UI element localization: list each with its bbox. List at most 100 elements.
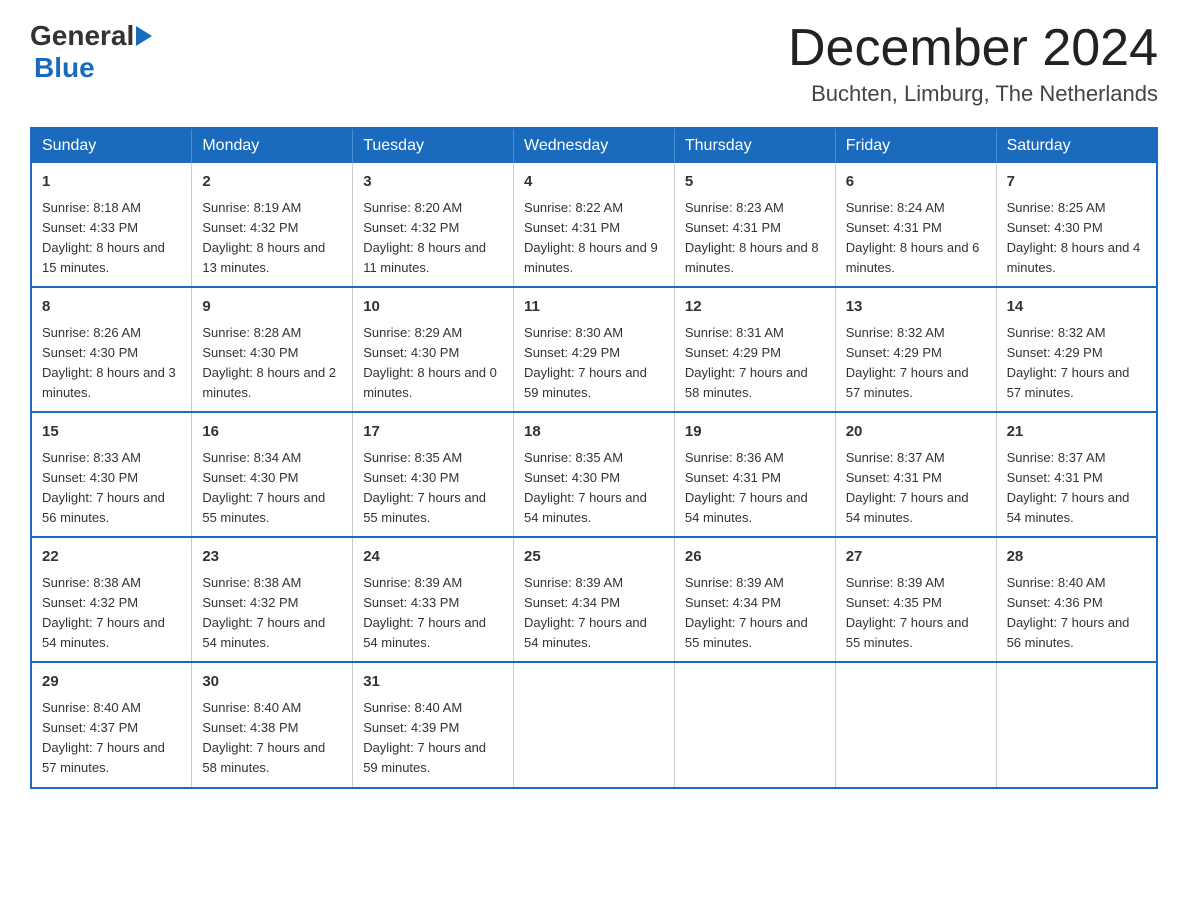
calendar-week-1: 1Sunrise: 8:18 AMSunset: 4:33 PMDaylight… [31,163,1157,287]
day-info: Sunrise: 8:38 AMSunset: 4:32 PMDaylight:… [42,575,165,650]
day-number: 19 [685,421,825,444]
day-info: Sunrise: 8:32 AMSunset: 4:29 PMDaylight:… [1007,325,1130,400]
day-info: Sunrise: 8:24 AMSunset: 4:31 PMDaylight:… [846,200,980,275]
day-info: Sunrise: 8:40 AMSunset: 4:37 PMDaylight:… [42,700,165,775]
day-number: 28 [1007,546,1146,569]
day-info: Sunrise: 8:19 AMSunset: 4:32 PMDaylight:… [202,200,325,275]
calendar-cell: 11 Sunrise: 8:30 AMSunset: 4:29 PMDayligh… [514,287,675,412]
day-info: Sunrise: 8:34 AMSunset: 4:30 PMDaylight:… [202,450,325,525]
day-info: Sunrise: 8:23 AMSunset: 4:31 PMDaylight:… [685,200,819,275]
calendar-week-5: 29 Sunrise: 8:40 AMSunset: 4:37 PMDayligh… [31,662,1157,787]
day-info: Sunrise: 8:40 AMSunset: 4:39 PMDaylight:… [363,700,486,775]
calendar-cell: 18 Sunrise: 8:35 AMSunset: 4:30 PMDayligh… [514,412,675,537]
calendar-cell: 1Sunrise: 8:18 AMSunset: 4:33 PMDaylight… [31,163,192,287]
day-number: 17 [363,421,503,444]
day-number: 14 [1007,296,1146,319]
day-number: 25 [524,546,664,569]
calendar-cell: 26Sunrise: 8:39 AMSunset: 4:34 PMDayligh… [674,537,835,662]
day-number: 16 [202,421,342,444]
calendar-cell [835,662,996,787]
calendar-cell: 17 Sunrise: 8:35 AMSunset: 4:30 PMDayligh… [353,412,514,537]
day-info: Sunrise: 8:29 AMSunset: 4:30 PMDaylight:… [363,325,497,400]
calendar-cell [514,662,675,787]
day-number: 8 [42,296,181,319]
calendar-cell: 4Sunrise: 8:22 AMSunset: 4:31 PMDaylight… [514,163,675,287]
day-number: 27 [846,546,986,569]
calendar-week-4: 22 Sunrise: 8:38 AMSunset: 4:32 PMDayligh… [31,537,1157,662]
calendar-cell: 12 Sunrise: 8:31 AMSunset: 4:29 PMDayligh… [674,287,835,412]
day-info: Sunrise: 8:35 AMSunset: 4:30 PMDaylight:… [363,450,486,525]
day-info: Sunrise: 8:38 AMSunset: 4:32 PMDaylight:… [202,575,325,650]
calendar-cell [996,662,1157,787]
calendar-cell: 28 Sunrise: 8:40 AMSunset: 4:36 PMDayligh… [996,537,1157,662]
day-info: Sunrise: 8:36 AMSunset: 4:31 PMDaylight:… [685,450,808,525]
calendar-cell: 5 Sunrise: 8:23 AMSunset: 4:31 PMDaylight… [674,163,835,287]
calendar-cell: 2 Sunrise: 8:19 AMSunset: 4:32 PMDaylight… [192,163,353,287]
calendar-header-tuesday: Tuesday [353,128,514,163]
logo-arrow-icon [136,22,156,50]
day-number: 30 [202,671,342,694]
calendar-cell: 19 Sunrise: 8:36 AMSunset: 4:31 PMDayligh… [674,412,835,537]
day-number: 26 [685,546,825,569]
calendar-week-2: 8 Sunrise: 8:26 AMSunset: 4:30 PMDaylight… [31,287,1157,412]
calendar-cell: 20Sunrise: 8:37 AMSunset: 4:31 PMDayligh… [835,412,996,537]
day-number: 10 [363,296,503,319]
day-number: 29 [42,671,181,694]
day-info: Sunrise: 8:18 AMSunset: 4:33 PMDaylight:… [42,200,165,275]
calendar-header-monday: Monday [192,128,353,163]
calendar-header-friday: Friday [835,128,996,163]
day-number: 13 [846,296,986,319]
day-info: Sunrise: 8:20 AMSunset: 4:32 PMDaylight:… [363,200,486,275]
calendar-cell: 3 Sunrise: 8:20 AMSunset: 4:32 PMDaylight… [353,163,514,287]
day-info: Sunrise: 8:39 AMSunset: 4:33 PMDaylight:… [363,575,486,650]
calendar-cell: 9 Sunrise: 8:28 AMSunset: 4:30 PMDaylight… [192,287,353,412]
day-number: 22 [42,546,181,569]
calendar-cell: 14 Sunrise: 8:32 AMSunset: 4:29 PMDayligh… [996,287,1157,412]
day-info: Sunrise: 8:28 AMSunset: 4:30 PMDaylight:… [202,325,336,400]
day-info: Sunrise: 8:40 AMSunset: 4:38 PMDaylight:… [202,700,325,775]
page-header: General Blue December 2024 Buchten, Limb… [30,20,1158,107]
day-number: 9 [202,296,342,319]
logo-general-text: General [30,20,134,52]
calendar-header-row: SundayMondayTuesdayWednesdayThursdayFrid… [31,128,1157,163]
day-info: Sunrise: 8:30 AMSunset: 4:29 PMDaylight:… [524,325,647,400]
day-number: 20 [846,421,986,444]
day-info: Sunrise: 8:33 AMSunset: 4:30 PMDaylight:… [42,450,165,525]
calendar-cell: 23 Sunrise: 8:38 AMSunset: 4:32 PMDayligh… [192,537,353,662]
day-info: Sunrise: 8:22 AMSunset: 4:31 PMDaylight:… [524,200,658,275]
calendar-cell: 10 Sunrise: 8:29 AMSunset: 4:30 PMDayligh… [353,287,514,412]
calendar-cell: 24 Sunrise: 8:39 AMSunset: 4:33 PMDayligh… [353,537,514,662]
calendar-header-sunday: Sunday [31,128,192,163]
day-number: 24 [363,546,503,569]
day-number: 23 [202,546,342,569]
calendar-header-wednesday: Wednesday [514,128,675,163]
calendar-header-thursday: Thursday [674,128,835,163]
calendar-cell: 7Sunrise: 8:25 AMSunset: 4:30 PMDaylight… [996,163,1157,287]
day-number: 5 [685,171,825,194]
calendar-cell: 16 Sunrise: 8:34 AMSunset: 4:30 PMDayligh… [192,412,353,537]
day-number: 11 [524,296,664,319]
day-number: 31 [363,671,503,694]
calendar-cell: 30 Sunrise: 8:40 AMSunset: 4:38 PMDayligh… [192,662,353,787]
day-info: Sunrise: 8:39 AMSunset: 4:35 PMDaylight:… [846,575,969,650]
calendar-header-saturday: Saturday [996,128,1157,163]
calendar-cell: 15Sunrise: 8:33 AMSunset: 4:30 PMDayligh… [31,412,192,537]
day-number: 18 [524,421,664,444]
calendar-cell: 13 Sunrise: 8:32 AMSunset: 4:29 PMDayligh… [835,287,996,412]
day-number: 12 [685,296,825,319]
day-info: Sunrise: 8:26 AMSunset: 4:30 PMDaylight:… [42,325,176,400]
day-number: 21 [1007,421,1146,444]
calendar-cell [674,662,835,787]
day-number: 3 [363,171,503,194]
day-info: Sunrise: 8:32 AMSunset: 4:29 PMDaylight:… [846,325,969,400]
day-info: Sunrise: 8:35 AMSunset: 4:30 PMDaylight:… [524,450,647,525]
day-info: Sunrise: 8:40 AMSunset: 4:36 PMDaylight:… [1007,575,1130,650]
calendar-cell: 21Sunrise: 8:37 AMSunset: 4:31 PMDayligh… [996,412,1157,537]
calendar-cell: 22 Sunrise: 8:38 AMSunset: 4:32 PMDayligh… [31,537,192,662]
location-title: Buchten, Limburg, The Netherlands [788,81,1158,107]
day-info: Sunrise: 8:39 AMSunset: 4:34 PMDaylight:… [524,575,647,650]
day-info: Sunrise: 8:31 AMSunset: 4:29 PMDaylight:… [685,325,808,400]
calendar-cell: 27 Sunrise: 8:39 AMSunset: 4:35 PMDayligh… [835,537,996,662]
calendar-cell: 8 Sunrise: 8:26 AMSunset: 4:30 PMDaylight… [31,287,192,412]
day-number: 2 [202,171,342,194]
